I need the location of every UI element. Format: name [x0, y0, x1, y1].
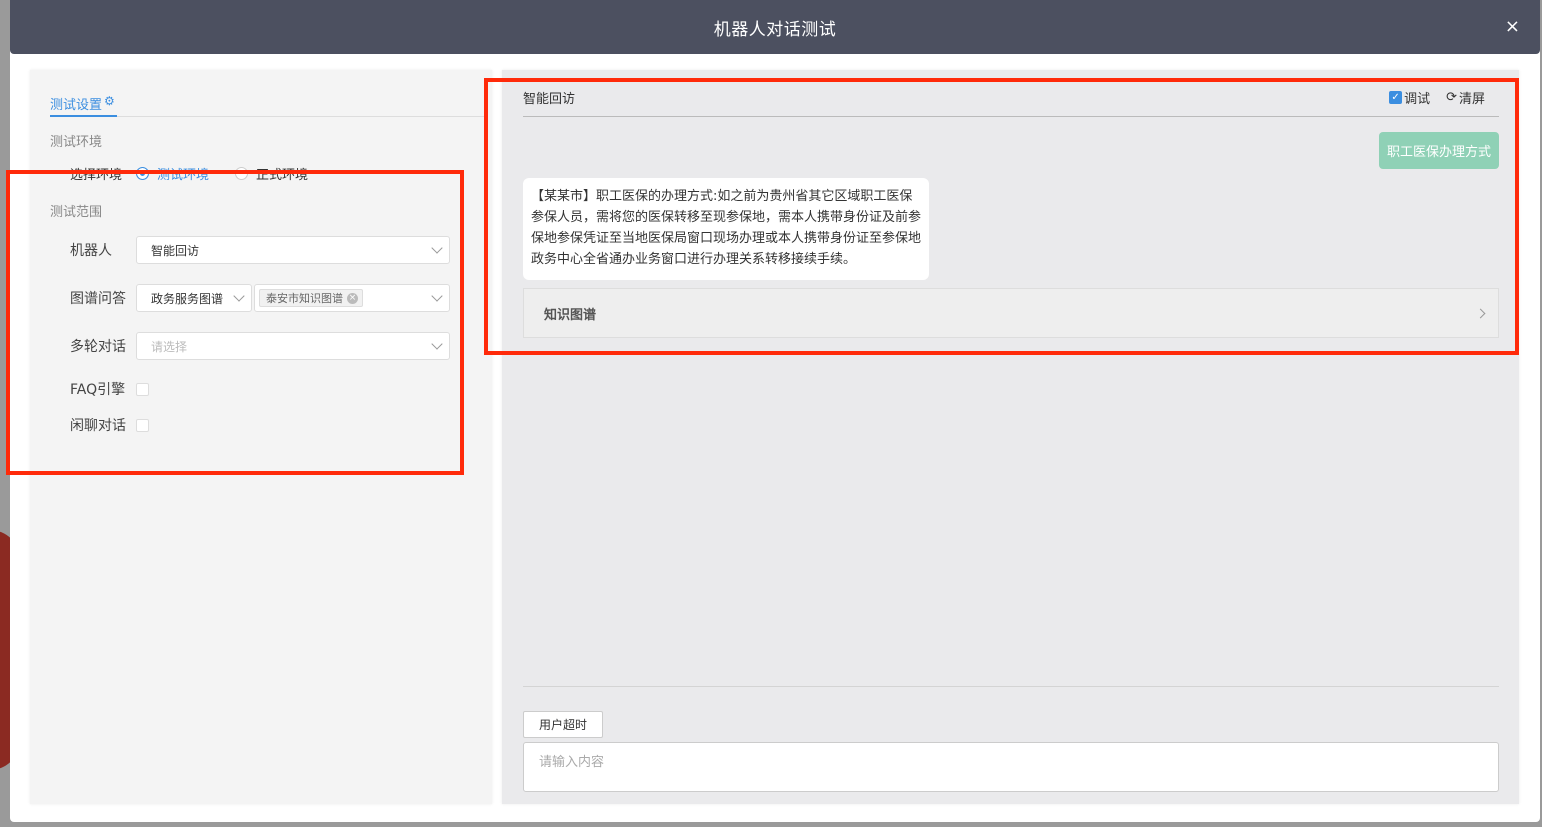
- input-divider: [523, 686, 1499, 687]
- robot-test-dialog: 机器人对话测试 × 测试设置 ⚙ 测试环境 选择环境 测试环境 正式环境 测试范…: [10, 0, 1540, 822]
- gear-icon: ⚙: [104, 94, 115, 108]
- robot-row: 机器人 智能回访: [70, 236, 450, 264]
- test-settings-panel: 测试设置 ⚙ 测试环境 选择环境 测试环境 正式环境 测试范围 机器人 智能回访…: [30, 70, 492, 804]
- user-timeout-button[interactable]: 用户超时: [523, 711, 603, 738]
- chitchat-row: 闲聊对话: [70, 415, 149, 435]
- multi-turn-select[interactable]: 请选择: [136, 332, 450, 360]
- debug-label: 调试: [1404, 92, 1431, 107]
- chevron-down-icon: [431, 338, 443, 350]
- tab-test-settings-label: 测试设置: [50, 98, 103, 113]
- dialog-title: 机器人对话测试: [713, 19, 837, 40]
- knowledge-graph-card[interactable]: 知识图谱: [523, 288, 1499, 338]
- kg-row: 图谱问答 政务服务图谱 泰安市知识图谱 ×: [70, 284, 450, 312]
- close-icon[interactable]: ×: [1505, 16, 1520, 38]
- clear-screen-button[interactable]: ⟳ 清屏: [1446, 88, 1485, 107]
- chevron-down-icon: [233, 290, 245, 302]
- chevron-right-icon: [1475, 308, 1486, 318]
- kg-tag: 泰安市知识图谱 ×: [259, 289, 363, 307]
- refresh-icon: ⟳: [1446, 90, 1457, 105]
- kg-label: 图谱问答: [70, 291, 126, 307]
- close-icon[interactable]: ×: [347, 292, 358, 304]
- chevron-down-icon: [431, 242, 443, 254]
- faq-label: FAQ引擎: [70, 382, 126, 398]
- kg-type-select[interactable]: 政务服务图谱: [136, 284, 252, 312]
- multi-turn-placeholder: 请选择: [151, 339, 188, 354]
- robot-label: 机器人: [70, 243, 112, 259]
- clear-label: 清屏: [1458, 92, 1485, 107]
- faq-row: FAQ引擎: [70, 379, 149, 399]
- chat-title: 智能回访: [523, 92, 576, 107]
- section-test-scope: 测试范围: [50, 205, 103, 220]
- chat-panel: 智能回访 ✓ 调试 ⟳ 清屏 职工医保办理方式 【某某市】职工医保的办理方式:如…: [502, 70, 1519, 804]
- user-message-bubble: 职工医保办理方式: [1378, 132, 1499, 169]
- chat-actions: ✓ 调试 ⟳ 清屏: [1389, 88, 1499, 107]
- chat-header: 智能回访 ✓ 调试 ⟳ 清屏: [523, 88, 1499, 117]
- radio-test-env[interactable]: [136, 166, 150, 180]
- multi-turn-label: 多轮对话: [70, 339, 126, 355]
- radio-prod-env[interactable]: [235, 166, 249, 180]
- environment-label: 选择环境: [70, 167, 123, 183]
- chevron-down-icon: [431, 290, 443, 302]
- settings-tab-bar: 测试设置 ⚙: [50, 94, 486, 117]
- robot-select[interactable]: 智能回访: [136, 236, 450, 264]
- chitchat-checkbox[interactable]: [136, 418, 149, 432]
- multi-turn-row: 多轮对话 请选择: [70, 332, 450, 360]
- debug-checkbox[interactable]: ✓: [1389, 91, 1403, 104]
- radio-test-env-label[interactable]: 测试环境: [157, 164, 209, 183]
- tab-test-settings[interactable]: 测试设置 ⚙: [50, 94, 117, 117]
- kg-type-value: 政务服务图谱: [151, 291, 224, 306]
- faq-checkbox[interactable]: [136, 382, 149, 396]
- chitchat-label: 闲聊对话: [70, 418, 126, 434]
- bot-message-bubble: 【某某市】职工医保的办理方式:如之前为贵州省其它区域职工医保参保人员，需将您的医…: [523, 178, 929, 280]
- kg-card-title: 知识图谱: [544, 307, 597, 323]
- radio-prod-env-label[interactable]: 正式环境: [256, 164, 308, 183]
- section-test-environment: 测试环境: [50, 135, 103, 150]
- dialog-titlebar: 机器人对话测试 ×: [10, 0, 1540, 54]
- message-input[interactable]: 请输入内容: [523, 742, 1499, 792]
- environment-row: 选择环境 测试环境 正式环境: [70, 164, 334, 182]
- kg-tag-label: 泰安市知识图谱: [266, 292, 343, 305]
- robot-select-value: 智能回访: [151, 243, 200, 258]
- kg-select[interactable]: 泰安市知识图谱 ×: [254, 284, 450, 312]
- debug-toggle[interactable]: ✓ 调试: [1389, 88, 1430, 107]
